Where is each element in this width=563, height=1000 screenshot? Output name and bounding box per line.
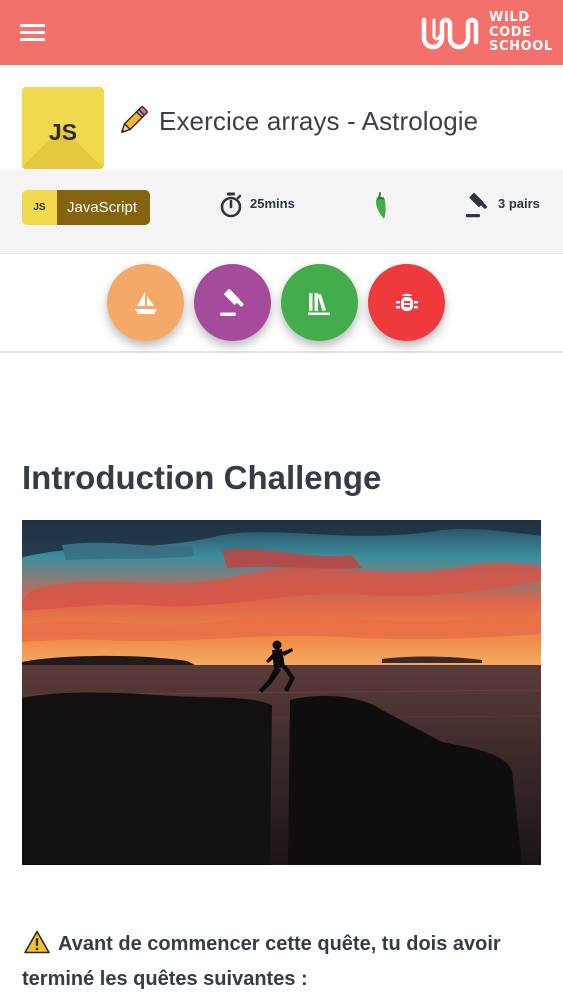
badge-label: JS [48, 119, 78, 145]
logo-line-1: WILD [489, 10, 530, 25]
library-action-button[interactable] [281, 264, 358, 341]
gavel-icon [466, 192, 488, 218]
stopwatch-icon [220, 192, 242, 218]
sailboat-icon [134, 291, 157, 314]
logo-line-2: CODE [489, 24, 532, 40]
section-heading: Introduction Challenge [22, 459, 382, 496]
quest-title: Exercice arrays - Astrologie [159, 106, 479, 136]
logo-line-3: SCHOOL [489, 39, 553, 54]
gavel-action-button[interactable] [194, 264, 271, 341]
library-books-icon [307, 292, 330, 315]
pencil-icon[interactable] [116, 104, 150, 138]
quest-actions-bar [0, 254, 563, 353]
bug-icon [395, 293, 418, 311]
language-mini-badge: JS [22, 190, 57, 225]
gavel-icon [219, 288, 244, 316]
prerequisite-warning: Avant de commencer cette quête, tu dois … [22, 933, 501, 990]
logo-text: WILD CODE SCHOOL [489, 10, 553, 55]
sailboat-action-button[interactable] [107, 264, 184, 341]
top-navbar: WILD CODE SCHOOL [0, 0, 563, 65]
bug-action-button[interactable] [368, 264, 445, 341]
language-name: JavaScript [57, 190, 150, 225]
javascript-badge: JS [22, 87, 104, 169]
logo-mark-icon [421, 17, 479, 50]
wild-code-school-logo[interactable]: WILD CODE SCHOOL [420, 8, 556, 58]
duration-stat: 25mins [219, 192, 295, 218]
workform-value: 3 pairs [498, 196, 540, 211]
hamburger-menu-icon[interactable] [20, 21, 46, 43]
duration-value: 25mins [250, 195, 295, 211]
sunset-cliff-jump-image [22, 520, 541, 865]
chili-pepper-icon [376, 192, 386, 219]
workform-stat: 3 pairs [464, 192, 540, 219]
difficulty-stat [373, 191, 389, 221]
quest-info-bar: JS JavaScript 25mins 3 pairs [0, 170, 563, 254]
language-tag[interactable]: JS JavaScript [22, 190, 150, 225]
hero-image [22, 520, 541, 865]
